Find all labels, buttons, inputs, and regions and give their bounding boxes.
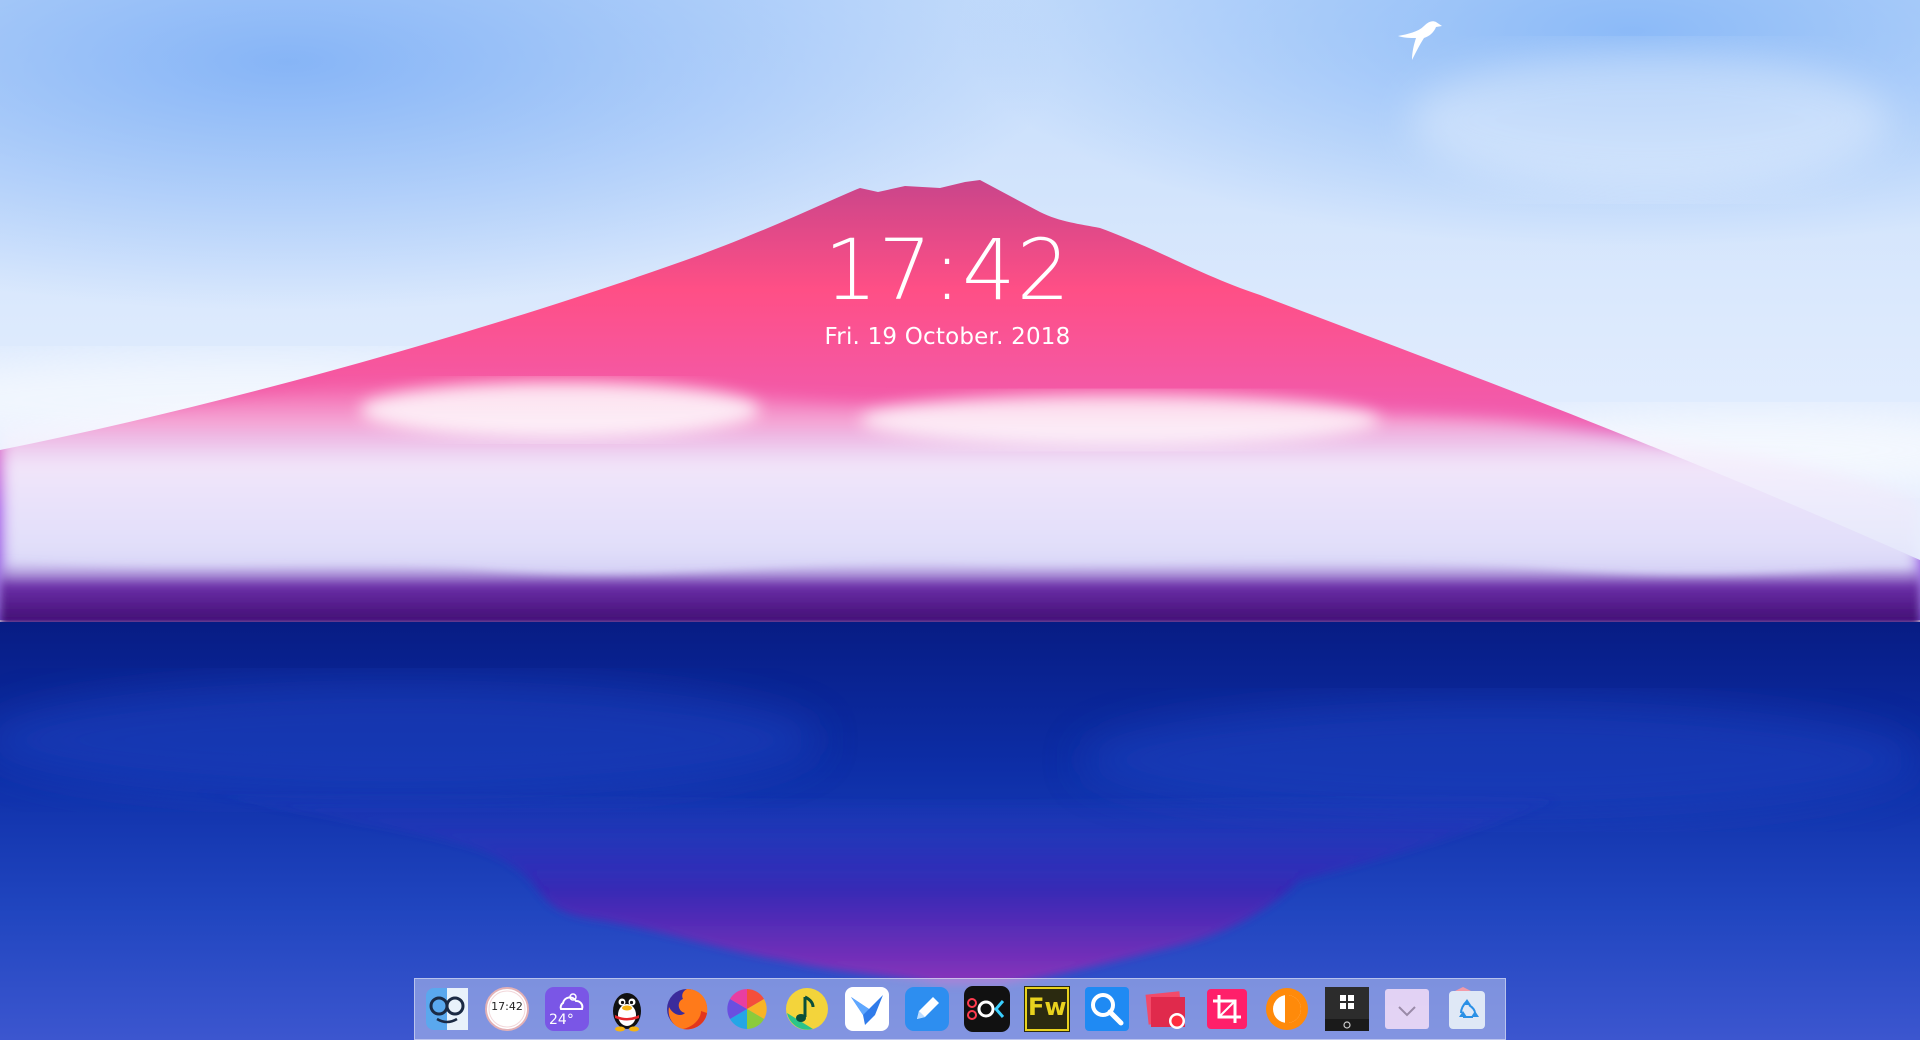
crop-tool-icon [1207,989,1247,1029]
dock-item-orange-app[interactable] [1263,985,1311,1033]
dock-item-music[interactable] [783,985,831,1033]
music-note-icon [786,988,828,1030]
bird-icon [1398,21,1442,60]
dock-item-fireworks[interactable]: Fw [1023,985,1071,1033]
dock-item-windows[interactable] [1323,985,1371,1033]
dock-item-photos[interactable] [723,985,771,1033]
clock-date: Fri. 19 October. 2018 [824,324,1071,350]
firefox-icon [667,989,708,1030]
recycle-bin-icon [1449,987,1485,1029]
weather-temperature: 24° [549,1012,574,1028]
dock-item-downloads[interactable] [1383,985,1431,1033]
ok-app-icon [964,986,1010,1032]
wallpaper-mount-fuji [0,0,1920,1040]
clock-app-label: 17:42 [491,1000,523,1013]
dock-item-mail[interactable] [843,985,891,1033]
dock-item-pen[interactable] [903,985,951,1033]
dock-item-ok-app[interactable] [963,985,1011,1033]
fireworks-label: Fw [1028,993,1067,1021]
dock-item-screen-record[interactable] [1143,985,1191,1033]
mail-bird-icon [845,987,889,1031]
dock-item-weather[interactable]: 24° [543,985,591,1033]
dock-item-clock[interactable]: 17:42 [483,985,531,1033]
dock-item-finder[interactable] [423,985,471,1033]
dock-item-recycle-bin[interactable] [1443,985,1491,1033]
dock-item-qq[interactable] [603,985,651,1033]
finder-icon [426,988,468,1030]
screen-record-icon [1145,991,1185,1029]
dock-item-search[interactable] [1083,985,1131,1033]
pen-edit-icon [905,987,949,1031]
orange-circle-icon [1266,988,1308,1030]
desktop: 17:42 Fri. 19 October. 2018 17:42 24° Fw [0,0,1920,1040]
downloads-folder-icon [1385,989,1429,1029]
qq-penguin-icon [613,993,641,1032]
clock-widget: 17:42 Fri. 19 October. 2018 [760,222,1135,352]
dock-item-crop[interactable] [1203,985,1251,1033]
windows-start-icon [1325,987,1369,1031]
photos-pinwheel-icon [727,989,767,1029]
dock-item-firefox[interactable] [663,985,711,1033]
dock: 17:42 24° Fw [414,978,1506,1040]
search-magnifier-icon [1085,987,1129,1031]
clock-time: 17:42 [823,221,1072,319]
